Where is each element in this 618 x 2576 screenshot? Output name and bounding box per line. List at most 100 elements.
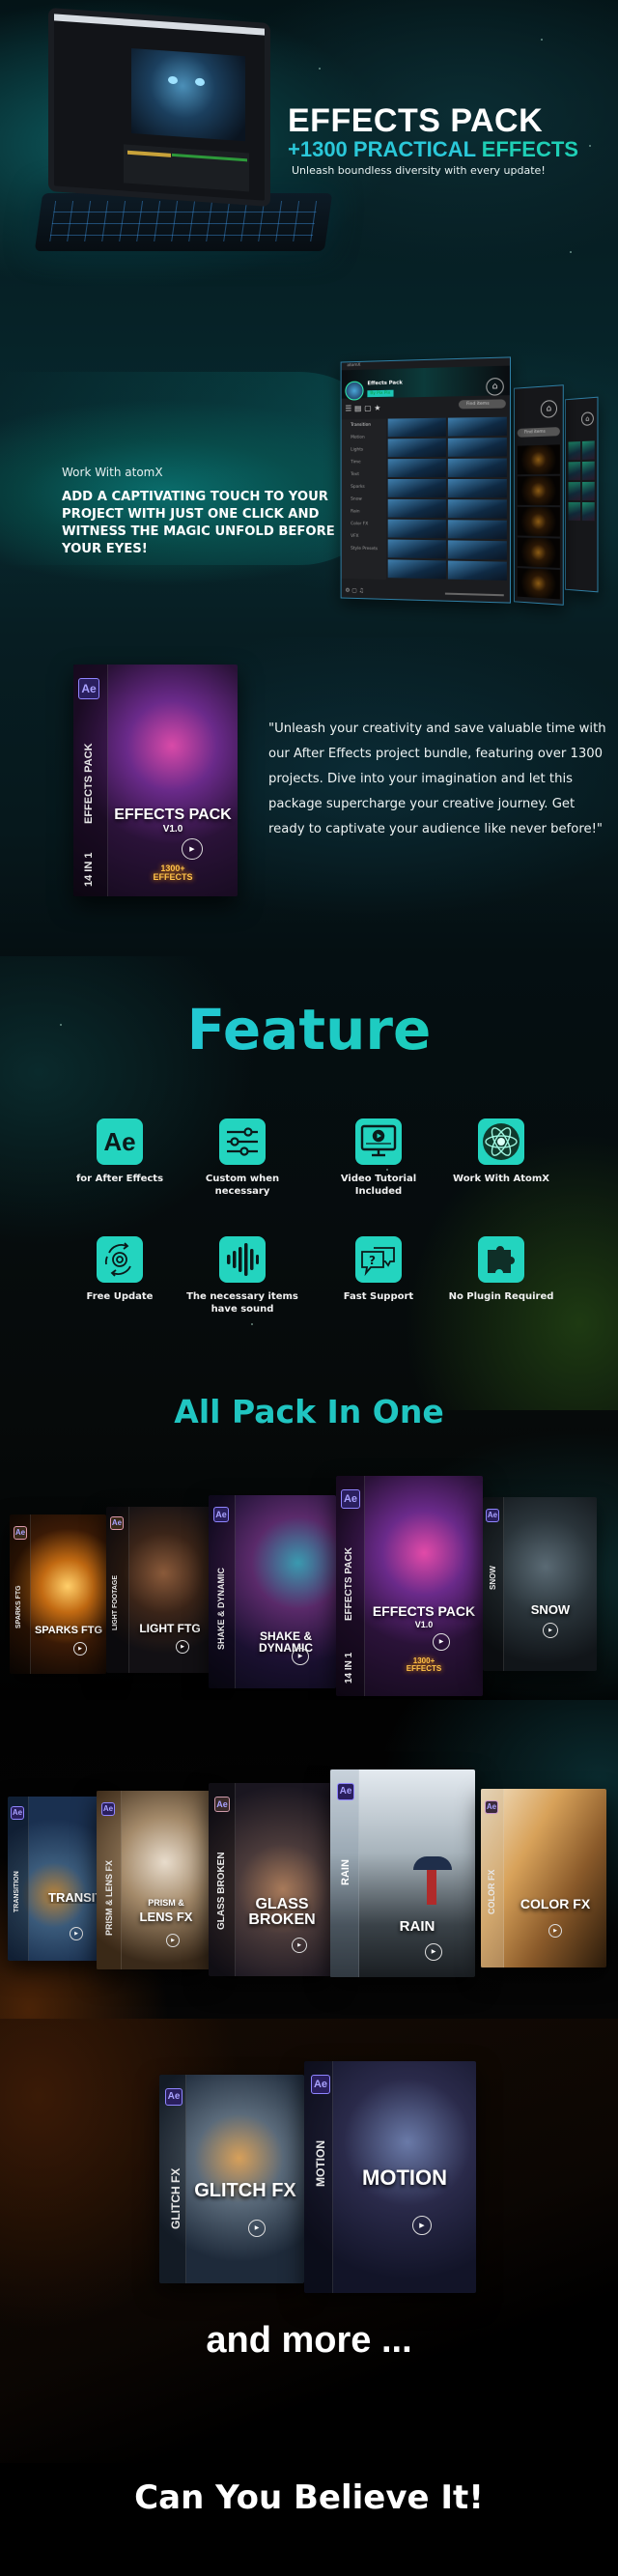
product-box: Ae EFFECTS PACK 14 IN 1 EFFECTS PACK V1.…: [73, 665, 238, 896]
pack-box-effects: Ae EFFECTS PACK 14 IN 1 EFFECTS PACK V1.…: [336, 1476, 483, 1696]
effect-thumb[interactable]: [387, 458, 446, 478]
category-item[interactable]: Rain: [342, 505, 386, 518]
hero-tagline: Unleash boundless diversity with every u…: [292, 164, 546, 177]
effect-thumb[interactable]: [447, 438, 507, 457]
update-gear-icon: [97, 1236, 143, 1283]
packs-row2-section: Ae TRANSITION TRANSITION ▶ Ae PRISM & LE…: [0, 1700, 618, 2019]
brand-logo-icon: ▶: [166, 1934, 180, 1947]
category-item[interactable]: VFX: [342, 530, 386, 543]
effect-thumb[interactable]: [447, 499, 507, 519]
app-name: atomX: [347, 362, 361, 369]
search-field[interactable]: Find items: [517, 427, 560, 438]
video-tutorial-icon: [355, 1118, 402, 1165]
after-effects-badge: Ae: [78, 678, 99, 699]
category-item[interactable]: Style Presets: [342, 543, 386, 556]
feature-after-effects: Ae for After Effects: [62, 1118, 178, 1185]
all-packs-title: All Pack In One: [174, 1393, 444, 1430]
category-item[interactable]: Snow: [342, 494, 386, 506]
sliders-icon: [219, 1118, 266, 1165]
packs-row3-section: Ae GLITCH FX GLITCH FX ▶ Ae MOTION MOTIO…: [0, 2019, 618, 2463]
laptop-keyboard: [34, 193, 333, 251]
category-item[interactable]: Transition: [342, 419, 386, 432]
effects-grid: [387, 416, 507, 582]
brand-logo-icon: ▶: [182, 838, 203, 860]
feature-support: ? Fast Support: [321, 1236, 436, 1303]
effect-thumb[interactable]: [387, 417, 446, 438]
feature-no-plugin: No Plugin Required: [443, 1236, 559, 1303]
sound-wave-icon: [219, 1236, 266, 1283]
effect-thumb[interactable]: [447, 458, 507, 477]
pack-box-rain: Ae RAIN RAIN ▶: [330, 1769, 475, 1977]
category-item[interactable]: Color FX: [342, 518, 386, 530]
effect-thumb[interactable]: [447, 540, 507, 560]
author-badge: By Pix Pix: [367, 389, 394, 398]
laptop-screen: [48, 7, 270, 208]
pack-box-glass: Ae GLASS BROKEN GLASS BROKEN ▶: [209, 1783, 332, 1976]
feature-sound: The necessary items have sound: [184, 1236, 300, 1316]
pack-box-color: Ae COLOR FX COLOR FX ▶: [481, 1789, 606, 1967]
category-item[interactable]: Sparks: [342, 481, 386, 494]
atomx-section: Work With atomX ADD A CAPTIVATING TOUCH …: [0, 319, 618, 637]
app-menubar: [54, 14, 265, 36]
pack-box-transition: Ae TRANSITION TRANSITION ▶: [8, 1797, 100, 1961]
category-item[interactable]: Text: [342, 468, 386, 481]
features-title: Feature: [0, 997, 618, 1062]
brand-logo-icon: ▶: [433, 1633, 450, 1651]
svg-text:?: ?: [369, 1254, 376, 1267]
category-list: Transition Motion Lights Time Text Spark…: [341, 418, 386, 580]
brand-logo-icon: ▶: [412, 2216, 432, 2235]
box-version: V1.0: [162, 824, 183, 835]
effect-thumb[interactable]: [387, 519, 446, 539]
composition-viewer: [131, 47, 245, 142]
timeline-panel: [124, 144, 249, 192]
packs-row1-section: Ae SPARKS FTG SPARKS FTG ▶ Ae LIGHT FOOT…: [0, 1410, 618, 1700]
hero-title: EFFECTS PACK: [288, 102, 544, 139]
pack-box-lens: Ae PRISM & LENS FX PRISM & LENS FX ▶: [97, 1791, 211, 1969]
effect-thumb[interactable]: [447, 416, 507, 437]
effect-thumb[interactable]: [447, 478, 507, 498]
chat-support-icon: ?: [355, 1236, 402, 1283]
after-effects-icon: Ae: [97, 1118, 143, 1165]
effect-thumb[interactable]: [387, 539, 446, 559]
pack-logo: [345, 381, 364, 401]
feature-custom: Custom when necessary: [184, 1118, 300, 1198]
cart-icon: ⌂: [581, 411, 594, 426]
plugin-window-back: ⌂: [565, 396, 599, 593]
plugin-header: Effects Pack By Pix Pix ⌂: [341, 365, 510, 401]
effect-thumb[interactable]: [387, 559, 446, 580]
footer-controls[interactable]: ⚙ ▢ ♫: [345, 587, 363, 594]
plugin-window-main: atomX Effects Pack By Pix Pix ⌂ Find ite…: [340, 356, 511, 604]
brand-logo-icon: ▶: [248, 2220, 266, 2237]
effect-thumb[interactable]: [447, 560, 507, 581]
hero-section: EFFECTS PACK +1300 PRACTICAL EFFECTS Unl…: [0, 0, 618, 319]
effect-thumb[interactable]: [387, 438, 446, 458]
box-spine-label-2: 14 IN 1: [83, 852, 95, 887]
cart-icon: ⌂: [540, 399, 557, 418]
feature-video-tutorial: Video Tutorial Included: [321, 1118, 436, 1198]
footer-headline: Can You Believe It!: [134, 2478, 484, 2517]
category-item[interactable]: Lights: [342, 443, 386, 456]
brand-logo-icon: ▶: [176, 1640, 189, 1654]
cart-icon[interactable]: ⌂: [486, 377, 504, 396]
effect-thumb[interactable]: [387, 498, 446, 519]
pack-box-motion: Ae MOTION MOTION ▶: [304, 2061, 476, 2293]
product-quote: "Unleash your creativity and save valuab…: [268, 722, 606, 836]
pack-box-light: Ae LIGHT FOOTAGE LIGHT FTG ▶: [106, 1507, 211, 1673]
brand-logo-icon: ▶: [543, 1623, 558, 1638]
category-item[interactable]: Time: [342, 456, 386, 468]
toolbar-icons[interactable]: ☰▤▢★: [345, 404, 383, 413]
search-field[interactable]: Find items: [458, 399, 506, 410]
effect-thumb[interactable]: [447, 520, 507, 540]
brand-logo-icon: ▶: [70, 1927, 83, 1940]
product-section: Ae EFFECTS PACK 14 IN 1 EFFECTS PACK V1.…: [0, 637, 618, 956]
pack-name: Effects Pack: [367, 380, 403, 387]
category-item[interactable]: Motion: [342, 431, 386, 443]
box-title: EFFECTS PACK: [114, 807, 232, 823]
box-count: 1300+ EFFECTS: [153, 863, 193, 883]
zoom-slider[interactable]: [444, 592, 504, 597]
hero-subtitle: +1300 PRACTICAL EFFECTS: [288, 137, 578, 161]
umbrella: [413, 1856, 452, 1870]
effect-thumb[interactable]: [387, 478, 446, 498]
atomx-headline: ADD A CAPTIVATING TOUCH TO YOUR PROJECT …: [62, 490, 335, 556]
brand-logo-icon: ▶: [292, 1648, 309, 1665]
